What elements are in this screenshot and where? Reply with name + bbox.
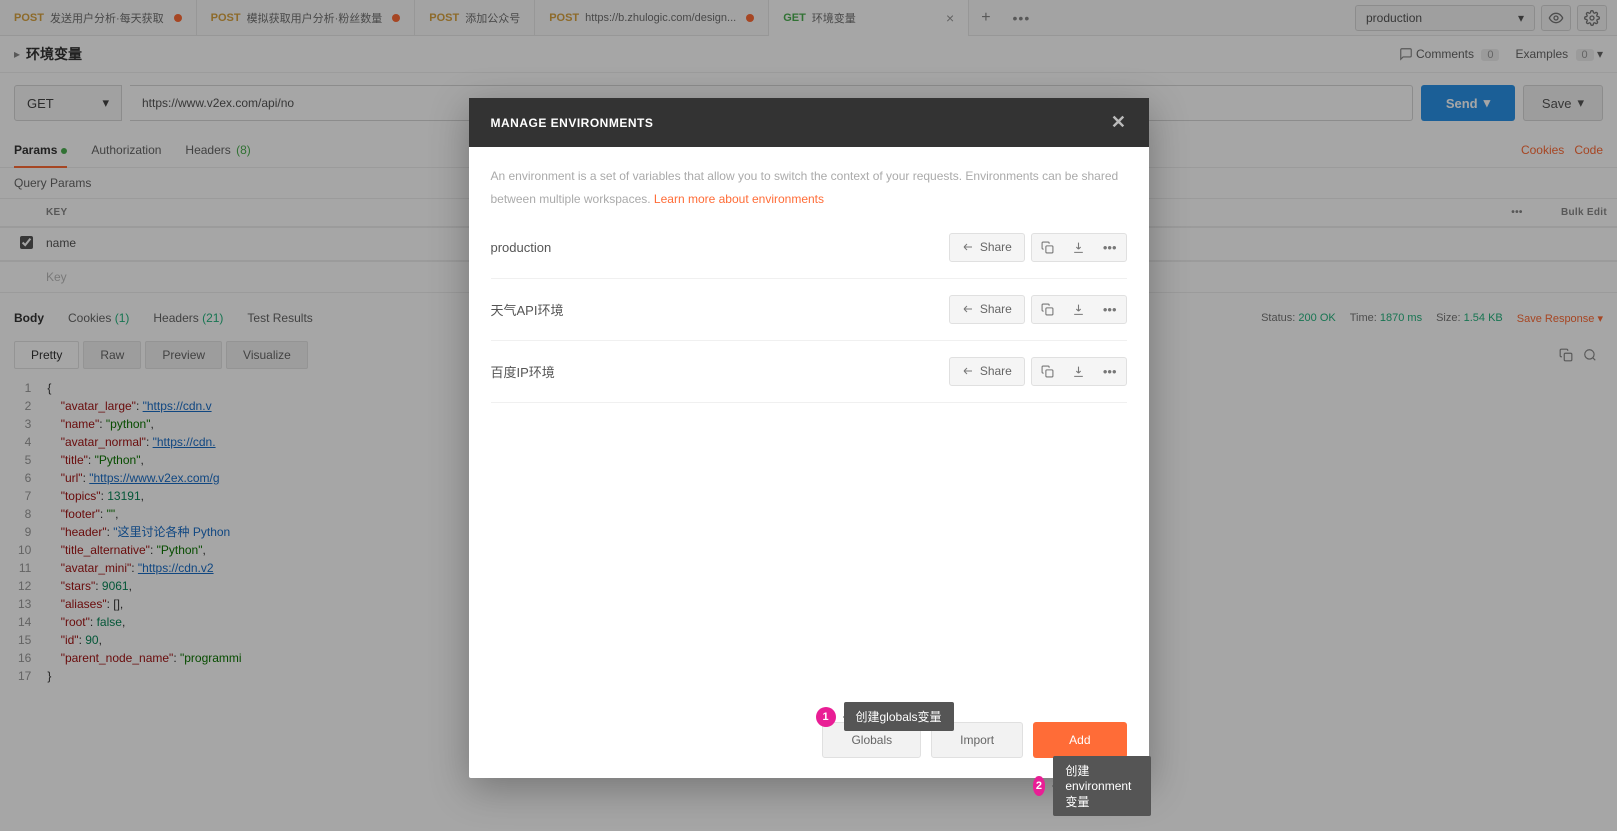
environment-name: 天气API环境 bbox=[491, 300, 564, 319]
annotation-label: 创建globals变量 bbox=[844, 702, 954, 731]
annotation-1: 1 创建globals变量 bbox=[816, 702, 954, 731]
download-icon[interactable] bbox=[1063, 297, 1094, 322]
modal-description: An environment is a set of variables tha… bbox=[491, 165, 1127, 211]
manage-environments-modal: MANAGE ENVIRONMENTS ✕ An environment is … bbox=[469, 98, 1149, 778]
environment-row[interactable]: 百度IP环境 Share ••• bbox=[491, 341, 1127, 403]
environment-name: production bbox=[491, 240, 552, 255]
modal-title: MANAGE ENVIRONMENTS bbox=[491, 116, 654, 130]
download-icon[interactable] bbox=[1063, 235, 1094, 260]
share-button[interactable]: Share bbox=[949, 357, 1025, 386]
share-button[interactable]: Share bbox=[949, 295, 1025, 324]
download-icon[interactable] bbox=[1063, 359, 1094, 384]
modal-header: MANAGE ENVIRONMENTS ✕ bbox=[469, 98, 1149, 147]
duplicate-icon[interactable] bbox=[1032, 235, 1063, 260]
share-button[interactable]: Share bbox=[949, 233, 1025, 262]
duplicate-icon[interactable] bbox=[1032, 359, 1063, 384]
annotation-2: 2 创建environment变量 bbox=[1033, 756, 1151, 816]
duplicate-icon[interactable] bbox=[1032, 297, 1063, 322]
more-options-icon[interactable]: ••• bbox=[1094, 358, 1126, 385]
learn-more-link[interactable]: Learn more about environments bbox=[654, 192, 824, 206]
annotation-badge-icon: 1 bbox=[816, 707, 836, 727]
environment-row[interactable]: 天气API环境 Share ••• bbox=[491, 279, 1127, 341]
environment-list: production Share ••• 天气AP bbox=[491, 217, 1127, 403]
more-options-icon[interactable]: ••• bbox=[1094, 296, 1126, 323]
close-icon[interactable]: ✕ bbox=[1111, 112, 1127, 133]
add-environment-button[interactable]: Add bbox=[1033, 722, 1126, 758]
more-options-icon[interactable]: ••• bbox=[1094, 234, 1126, 261]
annotation-label: 创建environment变量 bbox=[1053, 756, 1150, 816]
environment-name: 百度IP环境 bbox=[491, 362, 555, 381]
environment-row[interactable]: production Share ••• bbox=[491, 217, 1127, 279]
annotation-badge-icon: 2 bbox=[1033, 776, 1046, 796]
modal-overlay[interactable]: MANAGE ENVIRONMENTS ✕ An environment is … bbox=[0, 0, 1617, 831]
